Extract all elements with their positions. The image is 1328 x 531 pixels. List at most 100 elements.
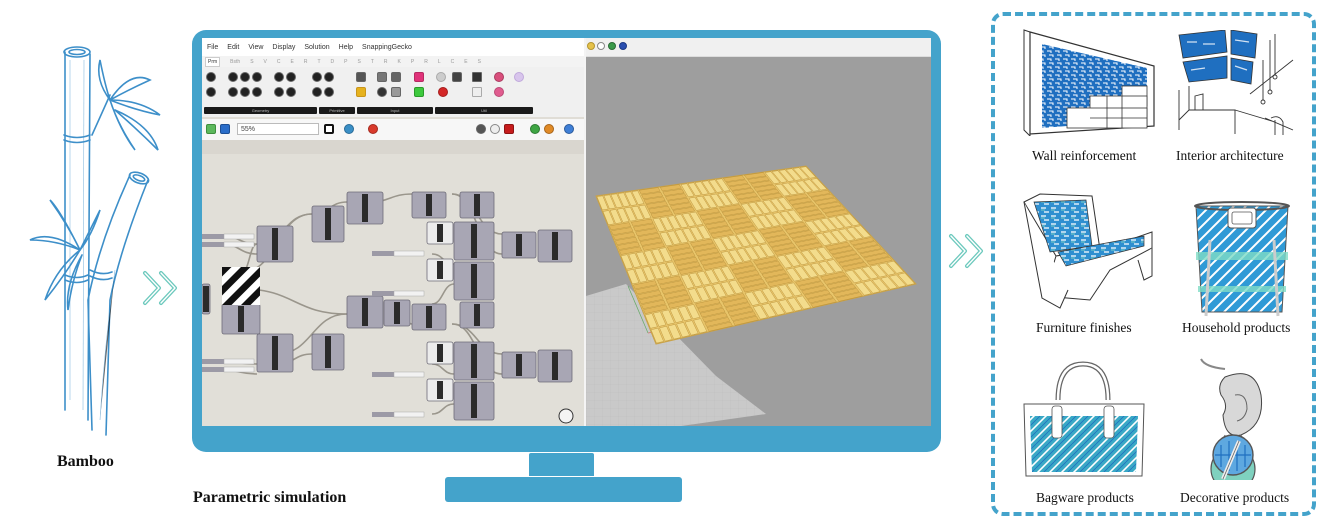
component-node[interactable] (459, 301, 495, 329)
component-node[interactable] (411, 191, 447, 219)
component-icon[interactable] (286, 72, 296, 82)
tab[interactable]: T (317, 59, 320, 65)
number-slider[interactable] (372, 290, 425, 297)
number-slider[interactable] (372, 250, 425, 257)
ribbon-panel-util[interactable]: Util (435, 107, 533, 114)
menu-file[interactable]: File (207, 44, 218, 51)
component-node[interactable] (202, 283, 211, 315)
tab[interactable]: S (478, 59, 481, 65)
zoom-level-select[interactable]: 55% (237, 123, 319, 135)
component-icon[interactable] (252, 87, 262, 97)
component-icon[interactable] (356, 72, 366, 82)
component-node[interactable] (346, 295, 384, 329)
tab[interactable]: S (250, 59, 253, 65)
component-node[interactable] (453, 261, 495, 301)
tab[interactable]: P (411, 59, 414, 65)
paint-icon[interactable] (368, 124, 378, 134)
component-node[interactable] (256, 333, 294, 373)
tab[interactable]: R (424, 59, 428, 65)
component-icon[interactable] (414, 87, 424, 97)
component-node[interactable] (453, 381, 495, 421)
component-icon[interactable] (452, 72, 462, 82)
component-node[interactable] (501, 351, 537, 379)
eye-icon[interactable] (344, 124, 354, 134)
tab[interactable]: P (344, 59, 347, 65)
component-icon[interactable] (228, 87, 238, 97)
component-icon[interactable] (286, 87, 296, 97)
material-icon[interactable] (530, 124, 540, 134)
zoom-extents-icon[interactable] (324, 124, 334, 134)
shade-icon[interactable] (544, 124, 554, 134)
tab-params[interactable]: Prm (205, 56, 221, 67)
component-icon[interactable] (312, 87, 322, 97)
menu-solution[interactable]: Solution (304, 44, 329, 51)
ribbon-panel-geometry[interactable]: Geometry (204, 107, 317, 114)
component-node[interactable] (453, 341, 495, 381)
component-node[interactable] (411, 303, 447, 331)
component-node[interactable] (426, 258, 454, 282)
save-icon[interactable] (220, 124, 230, 134)
tab[interactable]: E (291, 59, 294, 65)
tab[interactable]: C (277, 59, 281, 65)
component-node[interactable] (537, 349, 573, 383)
number-slider[interactable] (372, 371, 425, 378)
number-slider[interactable] (202, 241, 255, 248)
menu-view[interactable]: View (248, 44, 263, 51)
component-icon[interactable] (274, 72, 284, 82)
component-node[interactable] (537, 229, 573, 263)
preview-icon[interactable] (476, 124, 486, 134)
number-slider[interactable] (202, 358, 255, 365)
component-node[interactable] (501, 231, 537, 259)
component-icon[interactable] (252, 72, 262, 82)
component-icon[interactable] (240, 72, 250, 82)
flask-icon[interactable] (494, 87, 504, 97)
open-file-icon[interactable] (206, 124, 216, 134)
component-icon[interactable] (356, 87, 366, 97)
menu-display[interactable]: Display (272, 44, 295, 51)
component-icon[interactable] (324, 72, 334, 82)
tab[interactable]: V (264, 59, 267, 65)
tab[interactable]: Bsth (230, 59, 240, 65)
component-node[interactable] (383, 299, 411, 327)
component-node[interactable] (221, 303, 261, 335)
snap-icon[interactable] (587, 42, 595, 50)
tab[interactable]: R (384, 59, 388, 65)
component-node[interactable] (426, 378, 454, 402)
rhino-viewport[interactable] (586, 38, 931, 426)
component-node[interactable] (311, 205, 345, 243)
component-icon[interactable] (391, 72, 401, 82)
ribbon-panel-input[interactable]: Input (357, 107, 433, 114)
component-icon[interactable] (414, 72, 424, 82)
render-icon[interactable] (608, 42, 616, 50)
menu-help[interactable]: Help (339, 44, 353, 51)
menu-edit[interactable]: Edit (227, 44, 239, 51)
component-icon[interactable] (377, 87, 387, 97)
tab[interactable]: E (464, 59, 467, 65)
component-icon[interactable] (228, 72, 238, 82)
component-icon[interactable] (206, 72, 216, 82)
number-slider[interactable] (372, 411, 425, 418)
arrow-right-outline-icon[interactable] (472, 87, 482, 97)
component-icon[interactable] (324, 87, 334, 97)
arrow-right-icon[interactable] (472, 72, 482, 82)
bake-icon[interactable] (504, 124, 514, 134)
globe-icon[interactable] (564, 124, 574, 134)
tab[interactable]: R (304, 59, 308, 65)
disable-icon[interactable] (490, 124, 500, 134)
component-node[interactable] (459, 191, 495, 219)
component-node[interactable] (346, 191, 384, 225)
tab[interactable]: S (358, 59, 361, 65)
grid-icon[interactable] (597, 42, 605, 50)
component-node[interactable] (453, 221, 495, 261)
component-icon[interactable] (377, 72, 387, 82)
component-icon[interactable] (312, 72, 322, 82)
component-icon[interactable] (206, 87, 216, 97)
component-icon[interactable] (391, 87, 401, 97)
tab[interactable]: T (371, 59, 374, 65)
component-node[interactable] (311, 333, 345, 371)
component-node[interactable] (426, 221, 454, 245)
tab[interactable]: K (398, 59, 401, 65)
component-icon[interactable] (436, 72, 446, 82)
tab[interactable]: C (451, 59, 455, 65)
help-icon[interactable] (619, 42, 627, 50)
